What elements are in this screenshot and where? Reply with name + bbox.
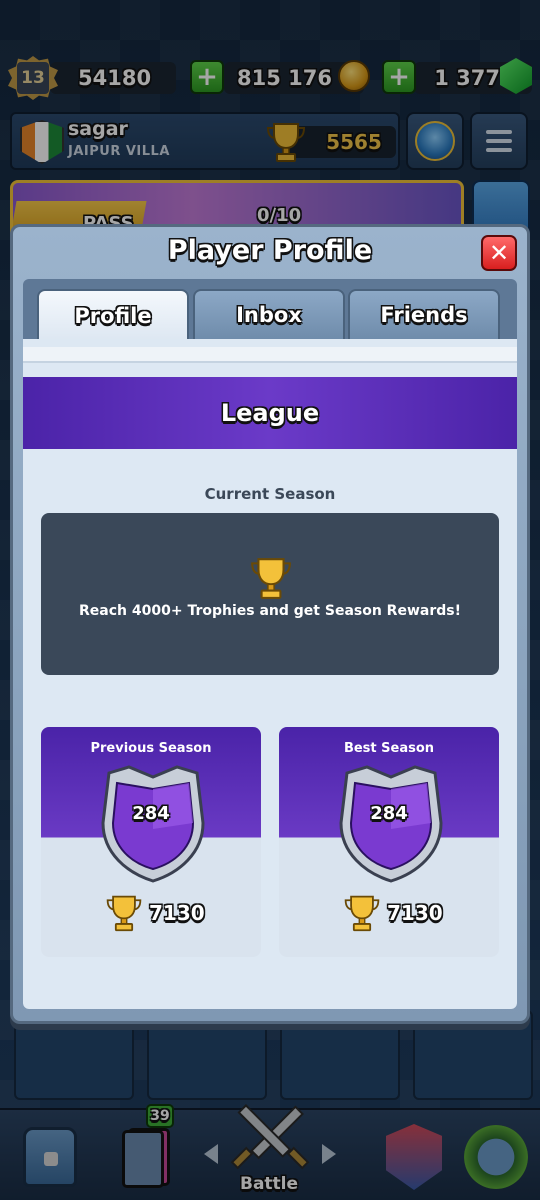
tab-friends[interactable]: Friends bbox=[348, 289, 500, 339]
player-profile-modal: Player Profile ✕ Profile Inbox Friends L… bbox=[10, 224, 530, 1024]
previous-season-trophies: 7130 bbox=[149, 901, 205, 925]
content-divider bbox=[23, 347, 517, 363]
trophy-icon bbox=[251, 558, 291, 599]
current-season-label: Current Season bbox=[204, 485, 336, 503]
tab-inbox[interactable]: Inbox bbox=[193, 289, 345, 339]
league-header: League bbox=[23, 377, 517, 449]
current-season-box: Reach 4000+ Trophies and get Season Rewa… bbox=[41, 513, 499, 675]
modal-body: Profile Inbox Friends League Current Sea… bbox=[23, 279, 517, 1009]
profile-content: League Current Season Reach 4000+ Trophi… bbox=[23, 339, 517, 1009]
best-season-title: Best Season bbox=[343, 741, 435, 756]
close-button[interactable]: ✕ bbox=[481, 235, 517, 271]
previous-season-title: Previous Season bbox=[90, 741, 212, 756]
modal-title: Player Profile bbox=[167, 235, 373, 266]
best-season-league-number: 284 bbox=[370, 803, 408, 824]
league-shield-icon bbox=[101, 765, 205, 883]
current-season-message: Reach 4000+ Trophies and get Season Rewa… bbox=[79, 603, 461, 619]
best-season-card[interactable]: Best Season 284 7130 bbox=[279, 727, 499, 957]
trophy-icon bbox=[106, 895, 142, 932]
previous-season-league-number: 284 bbox=[132, 803, 170, 824]
league-shield-icon bbox=[339, 765, 443, 883]
close-icon: ✕ bbox=[488, 239, 510, 267]
trophy-icon bbox=[344, 895, 380, 932]
tab-profile[interactable]: Profile bbox=[37, 289, 189, 341]
best-season-trophies: 7130 bbox=[387, 901, 443, 925]
previous-season-card[interactable]: Previous Season 284 7130 bbox=[41, 727, 261, 957]
